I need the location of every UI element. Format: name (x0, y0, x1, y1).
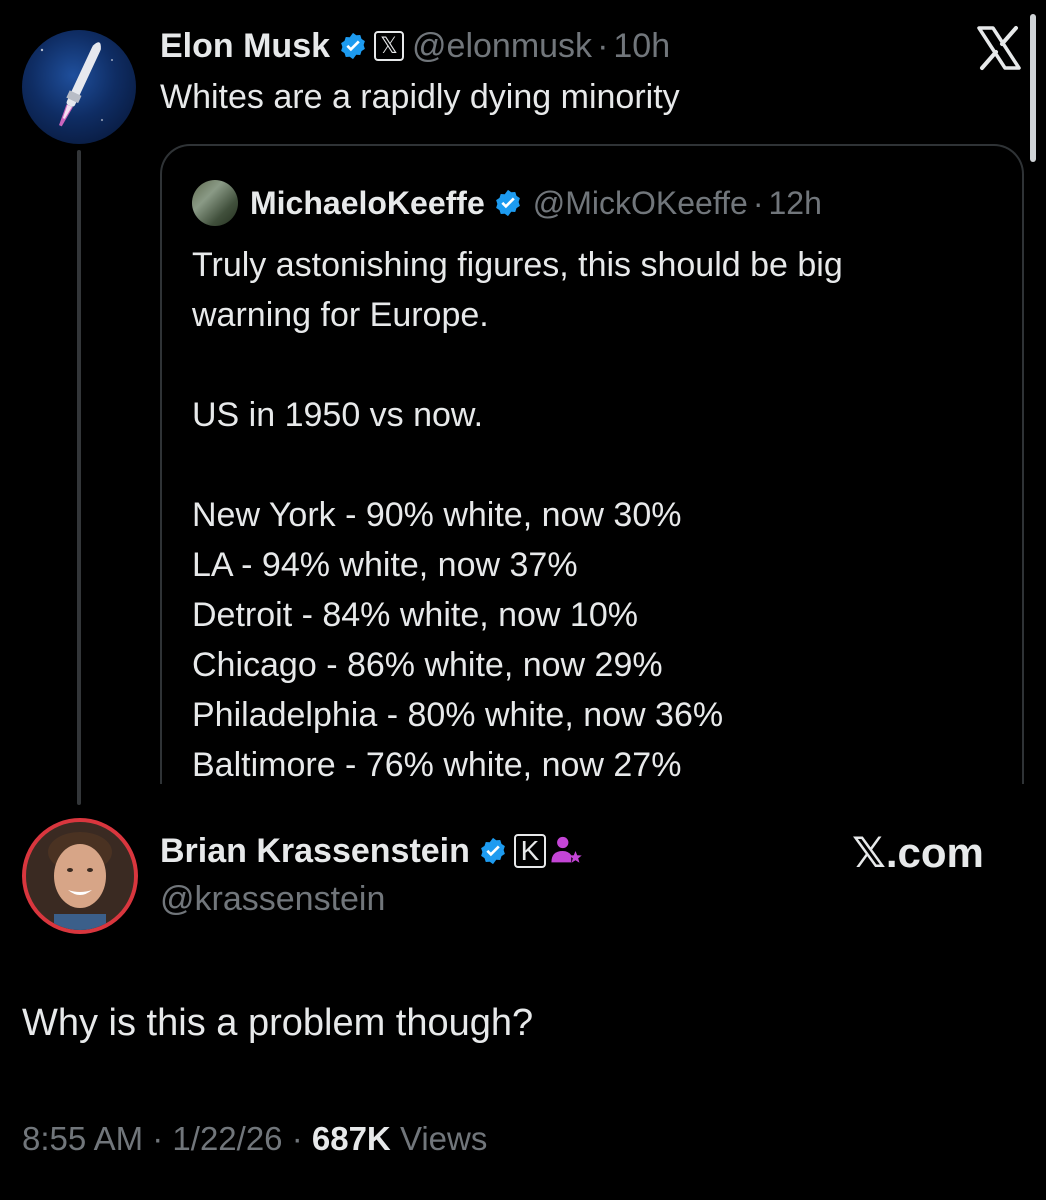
views-count[interactable]: 687K (312, 1120, 391, 1157)
scrollbar-thumb[interactable] (1030, 14, 1036, 162)
separator-dot: · (291, 1120, 303, 1157)
xcom-label: 𝕏.com (852, 829, 984, 876)
reply-author-handle[interactable]: @krassenstein (160, 880, 385, 919)
k-affiliate-badge-icon: K (513, 834, 546, 868)
elon-avatar[interactable] (22, 30, 136, 144)
quoted-text-line: Baltimore - 76% white, now 27% (192, 746, 682, 784)
quoted-text-line: warning for Europe. (192, 296, 489, 334)
quoted-text-line: Philadelphia - 80% white, now 36% (192, 696, 724, 734)
separator-dot: · (752, 184, 764, 221)
x-logo-icon (975, 24, 1023, 72)
rocket-avatar-image (40, 42, 113, 127)
quoted-author-avatar[interactable] (192, 180, 238, 226)
quoted-author-handle[interactable]: @MickOKeeffe (533, 185, 748, 222)
quoted-tweet-text: Truly astonishing figures, this should b… (192, 240, 992, 790)
quoted-text-line: Detroit - 84% white, now 10% (192, 596, 638, 634)
reply-date[interactable]: 1/22/26 (172, 1120, 282, 1157)
verified-badge-icon (495, 189, 520, 217)
quoted-author-name[interactable]: MichaeloKeeffe (250, 185, 485, 222)
verified-badge-icon (341, 32, 365, 60)
reply-header: Brian Krassenstein K (160, 828, 584, 874)
quoted-text-line: New York - 90% white, now 30% (192, 496, 682, 534)
verified-badge-icon (481, 837, 505, 865)
x-affiliate-badge-icon: 𝕏 (374, 31, 405, 61)
parent-tweet-text: Whites are a rapidly dying minority (160, 78, 680, 116)
quoted-tweet-header: MichaeloKeeffe @MickOKeeffe · 12h (192, 180, 822, 226)
separator-dot: · (152, 1120, 164, 1157)
reply-timestamp[interactable]: 8:55 AM (22, 1120, 143, 1157)
brian-avatar[interactable] (22, 818, 138, 934)
purple-person-star-icon (551, 836, 582, 863)
separator-dot: · (597, 26, 609, 65)
quoted-text-blank-line (192, 340, 992, 390)
quoted-text-line: US in 1950 vs now. (192, 396, 484, 434)
face-avatar-image (26, 822, 134, 930)
reply-tweet-text: Why is this a problem though? (22, 1002, 534, 1044)
quoted-text-line: Chicago - 86% white, now 29% (192, 646, 663, 684)
quoted-tweet-time[interactable]: 12h (768, 185, 821, 222)
quoted-text-line: LA - 94% white, now 37% (192, 546, 578, 584)
quoted-text-line: Truly astonishing figures, this should b… (192, 246, 843, 284)
reply-meta: 8:55 AM · 1/22/26 · 687K Views (22, 1120, 487, 1158)
parent-author-handle[interactable]: @elonmusk (412, 27, 592, 66)
quoted-text-blank-line (192, 440, 992, 490)
parent-author-name[interactable]: Elon Musk (160, 27, 330, 66)
thread-connector-line (77, 150, 81, 805)
reply-author-name[interactable]: Brian Krassenstein (160, 832, 470, 871)
parent-tweet-time[interactable]: 10h (613, 27, 670, 66)
parent-tweet-header: Elon Musk 𝕏 @elonmusk · 10h (160, 26, 670, 66)
views-label: Views (399, 1120, 488, 1157)
